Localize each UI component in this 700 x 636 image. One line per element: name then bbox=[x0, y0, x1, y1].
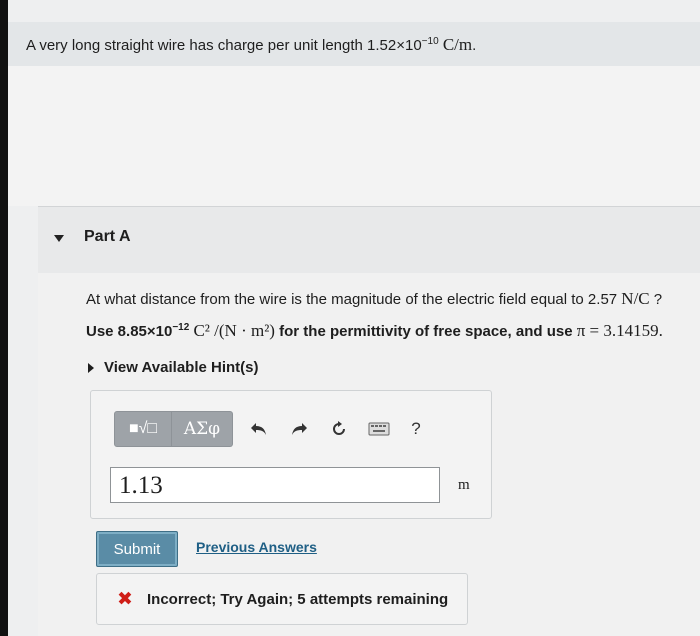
feedback-text: Incorrect; Try Again; 5 attempts remaini… bbox=[147, 591, 449, 608]
redo-icon bbox=[292, 423, 307, 435]
part-a-header[interactable]: Part A bbox=[38, 207, 700, 273]
problem-unit: C/m bbox=[442, 35, 473, 54]
problem-statement: A very long straight wire has charge per… bbox=[8, 22, 700, 66]
templates-icon: ■√□ bbox=[128, 420, 158, 437]
permittivity-exponent: −12 bbox=[172, 322, 190, 333]
permittivity-value: Use 8.85×10 bbox=[86, 323, 173, 340]
problem-text-main: A very long straight wire has charge per… bbox=[26, 37, 422, 54]
templates-button[interactable]: ■√□ bbox=[114, 411, 172, 447]
permittivity-unit: C² /(N · m²) bbox=[193, 321, 275, 340]
answer-unit: m bbox=[458, 477, 470, 493]
answer-box: ■√□ ΑΣφ ? 1.13 m bbox=[90, 390, 492, 519]
caret-right-icon bbox=[88, 363, 94, 374]
redo-button[interactable] bbox=[279, 412, 319, 446]
problem-text: A very long straight wire has charge per… bbox=[26, 35, 476, 55]
hints-label: View Available Hint(s) bbox=[104, 359, 259, 376]
constants-mid: for the permittivity of free space, and … bbox=[274, 323, 577, 340]
submit-button[interactable]: Submit bbox=[96, 531, 178, 567]
problem-figure-area bbox=[8, 66, 700, 206]
collapse-caret-icon[interactable] bbox=[54, 235, 64, 242]
problem-exponent: −10 bbox=[421, 36, 439, 47]
window-edge bbox=[0, 0, 8, 636]
part-a-body: At what distance from the wire is the ma… bbox=[38, 273, 700, 636]
answer-input[interactable]: 1.13 bbox=[110, 467, 440, 503]
feedback-box: ✖ Incorrect; Try Again; 5 attempts remai… bbox=[96, 573, 468, 625]
undo-icon bbox=[251, 423, 266, 435]
reset-icon bbox=[333, 421, 345, 435]
greek-symbols-button[interactable]: ΑΣφ bbox=[172, 411, 233, 447]
help-button[interactable]: ? bbox=[399, 419, 433, 439]
view-hints-toggle[interactable]: View Available Hint(s) bbox=[88, 359, 259, 376]
greek-label: ΑΣφ bbox=[183, 419, 221, 439]
question-text: At what distance from the wire is the ma… bbox=[86, 289, 662, 309]
part-title: Part A bbox=[84, 228, 131, 245]
reset-button[interactable] bbox=[319, 412, 359, 446]
previous-answers-link[interactable]: Previous Answers bbox=[196, 539, 317, 555]
math-toolbar: ■√□ ΑΣφ ? bbox=[114, 411, 433, 447]
keyboard-icon bbox=[368, 422, 390, 436]
problem-period: . bbox=[472, 37, 477, 54]
question-unit: N/C bbox=[621, 289, 650, 308]
pi-value: π = 3.14159. bbox=[576, 321, 663, 340]
undo-button[interactable] bbox=[239, 412, 279, 446]
question-main: At what distance from the wire is the ma… bbox=[86, 291, 622, 308]
incorrect-icon: ✖ bbox=[117, 589, 133, 610]
keyboard-button[interactable] bbox=[359, 412, 399, 446]
question-end: ? bbox=[649, 291, 663, 308]
constants-note: Use 8.85×10−12 C² /(N · m²) for the perm… bbox=[86, 321, 663, 341]
